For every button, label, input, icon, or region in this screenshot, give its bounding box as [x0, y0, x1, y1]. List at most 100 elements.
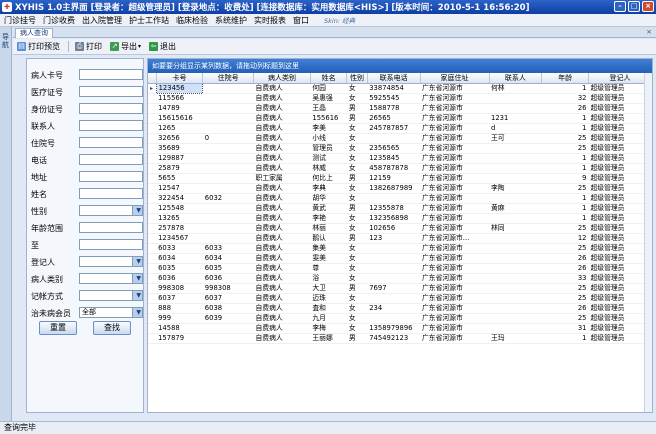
table-cell[interactable]	[202, 123, 254, 134]
table-cell[interactable]: 王丽娜	[310, 333, 347, 344]
table-cell[interactable]	[202, 143, 254, 154]
table-cell[interactable]	[367, 263, 420, 274]
print-preview-button[interactable]: ▤ 打印预览	[17, 41, 60, 52]
table-cell[interactable]: 12	[541, 233, 589, 244]
table-cell[interactable]: 超级管理员	[588, 193, 652, 204]
print-button[interactable]: ⎙ 打印	[75, 41, 102, 52]
table-cell[interactable]: 超级管理员	[588, 143, 652, 154]
table-cell[interactable]: 男	[346, 173, 368, 184]
table-cell[interactable]: 123	[367, 233, 420, 244]
menu-system-maintenance[interactable]: 系统维护	[215, 15, 247, 26]
table-cell[interactable]	[489, 93, 542, 104]
age-to-input[interactable]	[79, 239, 143, 250]
table-cell[interactable]	[202, 183, 254, 194]
table-cell[interactable]: 广东省河源市	[420, 263, 490, 274]
table-cell[interactable]: 5655	[156, 173, 203, 184]
table-row[interactable]: 15615616 自费病人 155616 男 26565 广东省河源市 1231 1 超级管理员	[148, 113, 652, 124]
table-cell[interactable]: 26	[541, 303, 589, 314]
table-cell[interactable]	[202, 153, 254, 164]
close-button[interactable]: ×	[642, 1, 654, 12]
table-cell[interactable]: 13265	[156, 213, 203, 224]
table-cell[interactable]: 超级管理员	[588, 253, 652, 264]
table-cell[interactable]	[367, 313, 420, 324]
minimize-button[interactable]: –	[614, 1, 626, 12]
table-cell[interactable]: 14789	[156, 103, 203, 114]
table-cell[interactable]	[489, 163, 542, 174]
table-cell[interactable]: 15615616	[156, 113, 203, 124]
table-cell[interactable]: 超级管理员	[588, 333, 652, 344]
table-cell[interactable]: 26565	[367, 113, 420, 124]
table-cell[interactable]: 自费病人	[253, 183, 311, 194]
table-row[interactable]: 6034 6034 自费病人 雯美女广东省河源市 26 超级管理员	[148, 253, 652, 264]
table-row[interactable]: 35689 自费病人 管理员女 2356565 广东省河源市 25 超级管理员	[148, 143, 652, 154]
table-cell[interactable]	[489, 303, 542, 314]
table-cell[interactable]	[489, 213, 542, 224]
table-row[interactable]: 115566 自费病人 吴惠强女 5925545 广东省河源市 32 超级管理员	[148, 93, 652, 104]
table-row[interactable]: 125548 自费病人 黄武男 12355878 广东省河源市 黄麻 1 超级管理员	[148, 203, 652, 214]
table-cell[interactable]: 1231	[489, 113, 542, 124]
table-cell[interactable]: 自费病人	[253, 143, 311, 154]
table-cell[interactable]: 自费病人	[253, 233, 311, 244]
table-cell[interactable]: 管理员	[310, 143, 347, 154]
skin-indicator[interactable]: Skin: 经典	[324, 15, 355, 25]
table-cell[interactable]	[489, 323, 542, 334]
table-cell[interactable]	[489, 153, 542, 164]
table-cell[interactable]: 1358979896	[367, 323, 420, 334]
table-row[interactable]: 6035 6035 自费病人尊女广东省河源市 26 超级管理员	[148, 263, 652, 274]
table-cell[interactable]: 132356898	[367, 213, 420, 224]
table-row[interactable]: 13265 自费病人 李艳女 132356898 广东省河源市 1 超级管理员	[148, 213, 652, 224]
table-cell[interactable]: 女	[346, 313, 368, 324]
menu-clinical-lab[interactable]: 临床检验	[176, 15, 208, 26]
table-cell[interactable]: 男	[346, 103, 368, 114]
registrar-select[interactable]: ▼	[79, 256, 143, 267]
table-cell[interactable]: 自费病人	[253, 203, 311, 214]
table-cell[interactable]: 小线	[310, 133, 347, 144]
table-cell[interactable]: 浴	[310, 273, 347, 284]
table-row[interactable]: 5655 职工家属 何比上男 12159 广东省河源市 9 超级管理员	[148, 173, 652, 184]
table-cell[interactable]: 12159	[367, 173, 420, 184]
phone-input[interactable]	[79, 154, 143, 165]
table-cell[interactable]: 超级管理员	[588, 283, 652, 294]
table-cell[interactable]: 33	[541, 273, 589, 284]
table-cell[interactable]: 黄武	[310, 203, 347, 214]
table-cell[interactable]: 广东省河源市	[420, 163, 490, 174]
table-cell[interactable]: 998308	[156, 283, 203, 294]
table-cell[interactable]: 自费病人	[253, 333, 311, 344]
card-number-input[interactable]	[79, 69, 143, 80]
table-cell[interactable]: 广东省河源市	[420, 203, 490, 214]
table-cell[interactable]	[489, 143, 542, 154]
table-row[interactable]: 998308 998308 自费病人 大卫男 7697 广东省河源市 25 超级管理员	[148, 283, 652, 294]
table-row[interactable]: 12547 自费病人 李典女 1382687989 广东省河源市 李陶 25 超级管理员	[148, 183, 652, 194]
table-cell[interactable]	[489, 293, 542, 304]
table-cell[interactable]	[367, 253, 420, 264]
medical-id-input[interactable]	[79, 86, 143, 97]
table-cell[interactable]: 12547	[156, 183, 203, 194]
maximize-button[interactable]: □	[628, 1, 640, 12]
menu-admission[interactable]: 出入院管理	[82, 15, 122, 26]
table-cell[interactable]: 26	[541, 263, 589, 274]
table-cell[interactable]	[202, 233, 254, 244]
patient-type-select[interactable]: ▼	[79, 273, 143, 284]
table-cell[interactable]: 155616	[310, 113, 347, 124]
name-input[interactable]	[79, 188, 143, 199]
table-cell[interactable]: 234	[367, 303, 420, 314]
table-cell[interactable]: 32	[541, 93, 589, 104]
table-cell[interactable]: 林同	[489, 223, 542, 234]
reset-button[interactable]: 重置	[39, 321, 77, 335]
table-cell[interactable]: 林丽	[310, 223, 347, 234]
gender-select[interactable]: ▼	[79, 205, 143, 216]
table-cell[interactable]: 女	[346, 83, 368, 94]
table-cell[interactable]: 超级管理员	[588, 203, 652, 214]
table-row[interactable]: 888 6038 自费病人 査和女 234 广东省河源市 26 超级管理员	[148, 303, 652, 314]
table-cell[interactable]: 超级管理员	[588, 323, 652, 334]
inpatient-number-input[interactable]	[79, 137, 143, 148]
search-button[interactable]: 查找	[93, 321, 131, 335]
menu-outpatient-register[interactable]: 门诊挂号	[4, 15, 36, 26]
table-cell[interactable]	[489, 283, 542, 294]
table-cell[interactable]: 33874854	[367, 83, 420, 94]
table-row[interactable]: 999 6039 自费病人 九月女 广东省河源市 25 超级管理员	[148, 313, 652, 324]
table-cell[interactable]: 自费病人	[253, 313, 311, 324]
table-cell[interactable]: 26	[541, 103, 589, 114]
table-cell[interactable]: 广东省河源市	[420, 183, 490, 194]
table-row[interactable]: 14588 自费病人 李梅女 1358979896 广东省河源市 31 超级管理员	[148, 323, 652, 334]
